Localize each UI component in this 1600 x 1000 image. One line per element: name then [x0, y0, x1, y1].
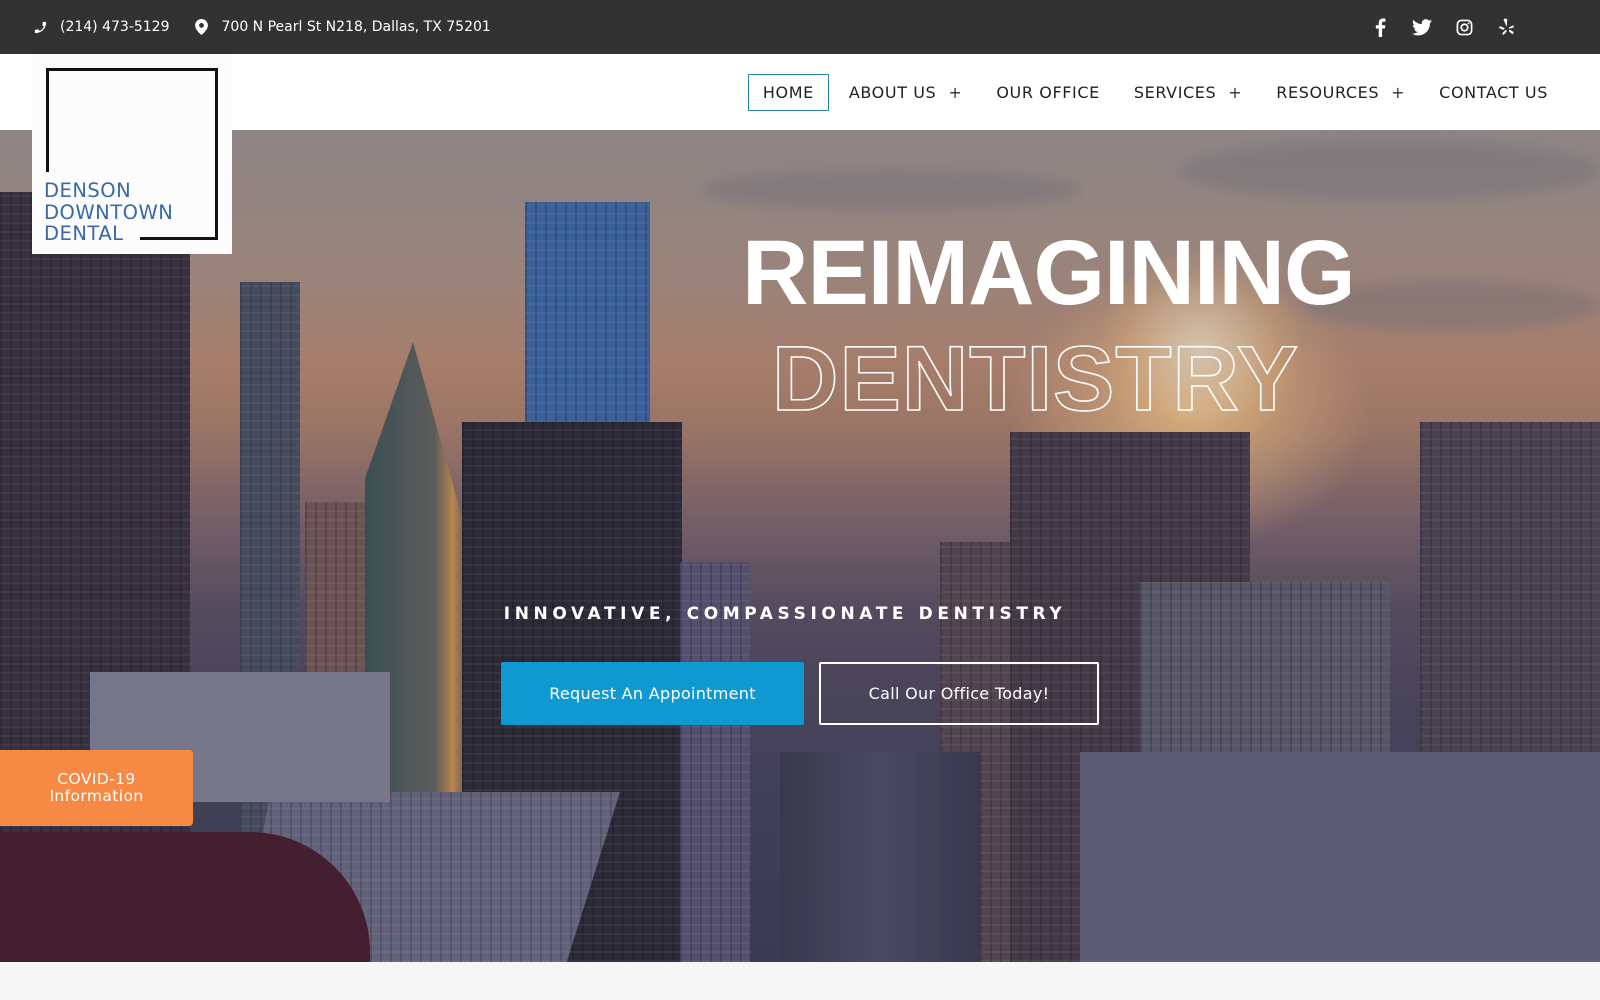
call-office-button[interactable]: Call Our Office Today!	[819, 662, 1099, 725]
phone-icon	[32, 19, 48, 35]
hero-headline-outline: DENTISTRY	[771, 327, 1299, 431]
site-header: HOME ABOUT US + OUR OFFICE SERVICES + RE…	[0, 54, 1600, 130]
contact-info: (214) 473-5129 700 N Pearl St N218, Dall…	[32, 0, 515, 54]
plus-icon[interactable]: +	[1228, 83, 1242, 102]
instagram-icon[interactable]	[1454, 17, 1474, 37]
logo-line-1: DENSON	[44, 179, 132, 202]
hero-headline: REIMAGINING	[742, 222, 1356, 324]
nav-about-us[interactable]: ABOUT US +	[835, 75, 977, 110]
nav-home[interactable]: HOME	[747, 73, 829, 111]
request-appointment-label: Request An Appointment	[549, 684, 756, 703]
nav-resources[interactable]: RESOURCES +	[1262, 75, 1419, 110]
covid-line-2: Information	[49, 787, 144, 805]
hero-section: REIMAGINING DENTISTRY INNOVATIVE, COMPAS…	[0, 130, 1600, 962]
phone-number: (214) 473-5129	[60, 19, 170, 35]
nav-resources-label: RESOURCES	[1276, 82, 1380, 102]
nav-services-label: SERVICES	[1133, 82, 1217, 102]
hero-tagline: INNOVATIVE, COMPASSIONATE DENTISTRY	[0, 604, 1600, 624]
map-marker-icon	[194, 19, 210, 35]
social-links	[1348, 0, 1516, 54]
facebook-icon[interactable]	[1370, 17, 1390, 37]
covid-info-button[interactable]: COVID-19 Information	[0, 750, 193, 826]
call-office-label: Call Our Office Today!	[868, 684, 1050, 703]
twitter-icon[interactable]	[1412, 17, 1432, 37]
nav-services[interactable]: SERVICES +	[1120, 75, 1256, 110]
nav-about-us-label: ABOUT US	[848, 82, 937, 102]
site-logo[interactable]: DENSON DOWNTOWN DENTAL	[32, 54, 232, 254]
logo-line-2: DOWNTOWN	[44, 200, 174, 224]
logo-text: DENSON DOWNTOWN DENTAL	[44, 180, 173, 245]
request-appointment-button[interactable]: Request An Appointment	[501, 662, 804, 725]
covid-line-1: COVID-19	[57, 770, 136, 788]
top-bar: (214) 473-5129 700 N Pearl St N218, Dall…	[0, 0, 1600, 54]
plus-icon[interactable]: +	[948, 83, 962, 102]
main-nav: HOME ABOUT US + OUR OFFICE SERVICES + RE…	[742, 54, 1562, 130]
address-link[interactable]: 700 N Pearl St N218, Dallas, TX 75201	[194, 19, 491, 35]
yelp-icon[interactable]	[1496, 17, 1516, 37]
nav-contact-us-label: CONTACT US	[1439, 82, 1548, 102]
page-content-start	[0, 962, 1600, 1000]
logo-line-3: DENTAL	[44, 222, 124, 245]
phone-link[interactable]: (214) 473-5129	[32, 19, 170, 35]
nav-home-label: HOME	[762, 82, 814, 102]
nav-our-office[interactable]: OUR OFFICE	[982, 75, 1114, 110]
hero-tagline-text: INNOVATIVE, COMPASSIONATE DENTISTRY	[503, 604, 1067, 624]
nav-our-office-label: OUR OFFICE	[996, 82, 1100, 102]
nav-contact-us[interactable]: CONTACT US	[1425, 75, 1562, 110]
address-text: 700 N Pearl St N218, Dallas, TX 75201	[221, 19, 491, 35]
plus-icon[interactable]: +	[1391, 83, 1405, 102]
